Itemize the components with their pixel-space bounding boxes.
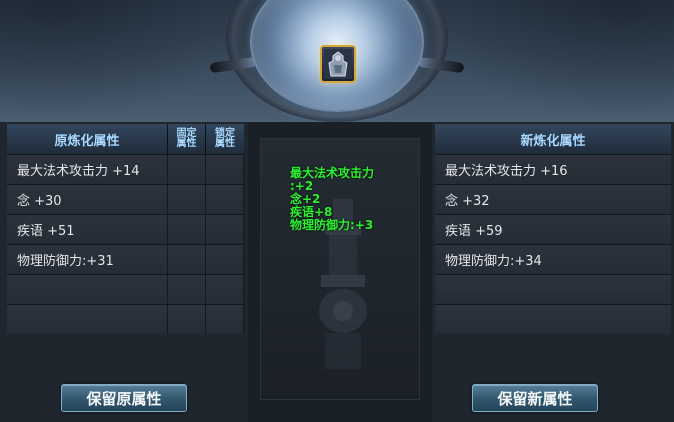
attribute-text: 物理防御力:+31 (7, 245, 168, 274)
lock-checkbox-cell[interactable] (206, 215, 244, 244)
attribute-text: 疾语 +59 (435, 215, 671, 244)
attribute-text: 疾语 +51 (7, 215, 168, 244)
lock-checkbox-cell[interactable] (206, 155, 244, 184)
fixed-checkbox-cell[interactable] (168, 155, 206, 184)
new-attributes-title: 新炼化属性 (435, 124, 671, 154)
attribute-text: 最大法术攻击力 +14 (7, 155, 168, 184)
table-row (435, 274, 671, 304)
keep-new-button[interactable]: 保留新属性 (472, 384, 598, 412)
lock-checkbox-cell[interactable] (206, 185, 244, 214)
fixed-attribute-header: 固定属性 (168, 124, 206, 154)
table-row: 念 +30 (7, 184, 244, 214)
table-row: 念 +32 (435, 184, 671, 214)
new-attributes-panel: 新炼化属性 最大法术攻击力 +16 念 +32 疾语 +59 物理防御力:+34… (432, 122, 674, 422)
armor-icon (324, 49, 352, 79)
attribute-text (435, 305, 671, 334)
attribute-text: 最大法术攻击力 +16 (435, 155, 671, 184)
attribute-text (7, 275, 168, 304)
table-row: 疾语 +59 (435, 214, 671, 244)
table-row: 物理防御力:+34 (435, 244, 671, 274)
lock-checkbox-cell[interactable] (206, 275, 244, 304)
item-slot[interactable] (320, 45, 356, 83)
table-row (7, 304, 244, 334)
fixed-checkbox-cell[interactable] (168, 185, 206, 214)
new-attributes-header: 新炼化属性 (435, 124, 671, 154)
table-row: 物理防御力:+31 (7, 244, 244, 274)
lock-checkbox-cell[interactable] (206, 305, 244, 334)
attribute-change-text: 最大法术攻击力 :+2 念+2 疾语+8 物理防御力:+3 (290, 167, 415, 232)
new-attributes-table: 新炼化属性 最大法术攻击力 +16 念 +32 疾语 +59 物理防御力:+34 (435, 124, 671, 334)
lock-attribute-label: 锁定属性 (215, 128, 235, 149)
original-attributes-title: 原炼化属性 (7, 124, 168, 154)
attribute-text: 念 +30 (7, 185, 168, 214)
attribute-text: 物理防御力:+34 (435, 245, 671, 274)
preview-panel: 最大法术攻击力 :+2 念+2 疾语+8 物理防御力:+3 (248, 122, 432, 422)
fixed-checkbox-cell[interactable] (168, 215, 206, 244)
keep-original-button[interactable]: 保留原属性 (61, 384, 187, 412)
attribute-text (435, 275, 671, 304)
fixed-checkbox-cell[interactable] (168, 305, 206, 334)
fixed-attribute-label: 固定属性 (176, 128, 197, 149)
original-attributes-panel: 原炼化属性 固定属性 锁定属性 最大法术攻击力 +14 念 +30 疾语 +51… (0, 122, 248, 422)
table-row: 最大法术攻击力 +14 (7, 154, 244, 184)
fixed-checkbox-cell[interactable] (168, 245, 206, 274)
change-line: 物理防御力:+3 (290, 218, 374, 232)
lock-checkbox-cell[interactable] (206, 245, 244, 274)
table-row: 疾语 +51 (7, 214, 244, 244)
lock-attribute-header: 锁定属性 (206, 124, 244, 154)
fixed-checkbox-cell[interactable] (168, 275, 206, 304)
original-attributes-header: 原炼化属性 固定属性 锁定属性 (7, 124, 244, 154)
attribute-text (7, 305, 168, 334)
attribute-text: 念 +32 (435, 185, 671, 214)
top-decoration (0, 0, 674, 122)
table-row: 最大法术攻击力 +16 (435, 154, 671, 184)
table-row (435, 304, 671, 334)
table-row (7, 274, 244, 304)
original-attributes-table: 原炼化属性 固定属性 锁定属性 最大法术攻击力 +14 念 +30 疾语 +51… (7, 124, 244, 334)
